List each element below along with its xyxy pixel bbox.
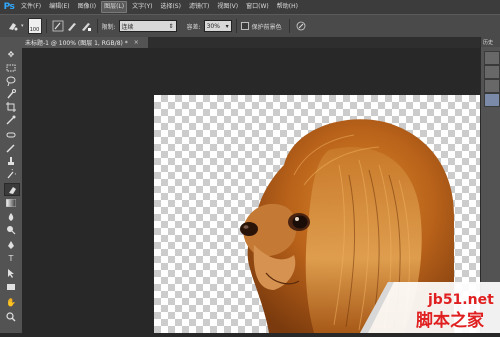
document-tab[interactable]: 未标题-1 @ 100% (图层 1, RGB/8) * × xyxy=(22,37,148,48)
path-selection-icon[interactable] xyxy=(4,267,18,278)
clone-stamp-icon[interactable] xyxy=(4,155,18,166)
healing-brush-icon[interactable] xyxy=(4,129,18,140)
watermark-name: 脚本之家 xyxy=(416,310,484,331)
tool-preset-arrow-icon[interactable]: ▾ xyxy=(21,23,24,29)
menu-select[interactable]: 选择(S) xyxy=(157,1,184,13)
lasso-icon[interactable] xyxy=(4,75,18,86)
menu-image[interactable]: 图像(I) xyxy=(75,1,99,13)
menu-file[interactable]: 文件(F) xyxy=(18,1,44,13)
move-icon[interactable]: ✥ xyxy=(4,49,18,60)
history-state-icon[interactable] xyxy=(484,93,500,107)
close-icon[interactable]: × xyxy=(134,39,139,46)
limit-dropdown[interactable]: 连续 ⇕ xyxy=(118,20,177,32)
brush-size-picker[interactable]: 100 xyxy=(27,18,42,34)
tolerance-field[interactable]: 30% ▾ xyxy=(203,20,232,32)
pen-icon[interactable] xyxy=(4,239,18,250)
quick-selection-icon[interactable] xyxy=(4,88,18,99)
marquee-icon[interactable] xyxy=(4,62,18,73)
document-tab-title: 未标题-1 @ 100% (图层 1, RGB/8) * xyxy=(25,40,128,47)
divider xyxy=(45,19,47,33)
watermark: jb51.net 脚本之家 xyxy=(360,282,500,333)
crop-icon[interactable] xyxy=(4,101,18,112)
history-state-icon[interactable] xyxy=(484,51,500,65)
watermark-site: jb51.net xyxy=(427,292,494,308)
zoom-icon[interactable] xyxy=(4,311,18,322)
menu-help[interactable]: 帮助(H) xyxy=(274,1,301,13)
blur-icon[interactable] xyxy=(4,211,18,222)
sampling-once-icon[interactable] xyxy=(65,19,79,33)
protect-foreground-label: 保护前景色 xyxy=(251,23,282,31)
protect-foreground-checkbox[interactable] xyxy=(240,22,249,30)
divider xyxy=(235,19,237,33)
menu-bar: Ps 文件(F) 编辑(E) 图像(I) 图层(L) 文字(Y) 选择(S) 滤… xyxy=(0,0,500,14)
divider xyxy=(96,19,98,33)
options-bar: ▾ 100 限制: 连续 ⇕ 容差: 30% ▾ 保护前景色 xyxy=(0,14,500,38)
hand-icon[interactable]: ✋ xyxy=(4,297,18,308)
menu-type[interactable]: 文字(Y) xyxy=(129,1,155,13)
dodge-icon[interactable] xyxy=(4,224,18,235)
sampling-background-swatch-icon[interactable] xyxy=(79,19,93,33)
history-state-icon[interactable] xyxy=(484,79,500,93)
background-eraser-tool-icon[interactable] xyxy=(6,19,20,33)
photoshop-logo: Ps xyxy=(3,2,15,12)
type-icon[interactable]: T xyxy=(4,253,18,264)
toolbox: ✥ T ✋ xyxy=(0,37,23,333)
menu-window[interactable]: 窗口(W) xyxy=(243,1,272,13)
divider xyxy=(288,19,290,33)
brush-icon[interactable] xyxy=(4,142,18,153)
gradient-icon[interactable] xyxy=(4,197,18,208)
menu-layer[interactable]: 图层(L) xyxy=(101,1,128,13)
tablet-pressure-icon[interactable] xyxy=(294,19,308,33)
tolerance-value: 30% xyxy=(206,22,220,30)
menu-edit[interactable]: 编辑(E) xyxy=(46,1,72,13)
limit-label: 限制: xyxy=(101,23,116,31)
eyedropper-icon[interactable] xyxy=(4,114,18,125)
history-state-icon[interactable] xyxy=(484,65,500,79)
sampling-continuous-icon[interactable] xyxy=(51,19,65,33)
menu-view[interactable]: 视图(V) xyxy=(214,1,241,13)
brush-size-value: 100 xyxy=(29,27,40,33)
history-brush-icon[interactable] xyxy=(4,168,18,179)
history-panel-tab[interactable]: 历史 xyxy=(481,37,500,47)
document-tab-bar: 未标题-1 @ 100% (图层 1, RGB/8) * × xyxy=(22,37,480,48)
background-eraser-icon[interactable] xyxy=(4,183,20,196)
menu-filter[interactable]: 滤镜(T) xyxy=(186,1,212,13)
rectangle-icon[interactable] xyxy=(4,281,18,292)
dropdown-arrow-icon: ▾ xyxy=(225,22,229,30)
dropdown-arrow-icon: ⇕ xyxy=(168,22,174,30)
tolerance-label: 容差: xyxy=(186,23,201,31)
limit-value: 连续 xyxy=(121,23,134,31)
